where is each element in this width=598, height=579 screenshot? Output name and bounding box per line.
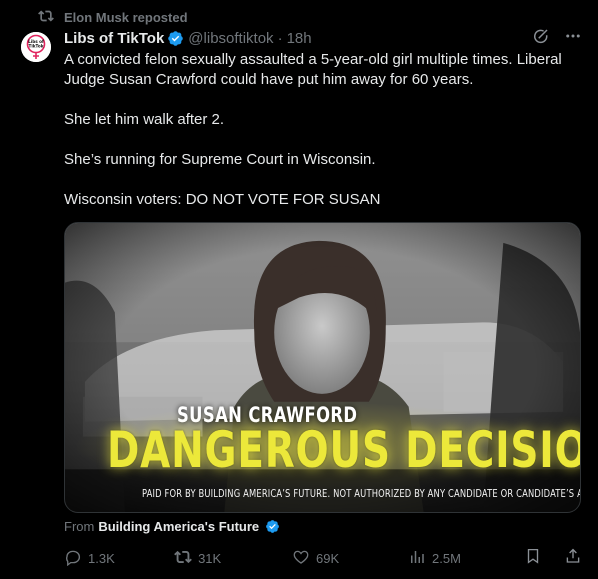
post-paragraph: Wisconsin voters: DO NOT VOTE FOR SUSAN: [64, 191, 381, 208]
post-paragraph: She’s running for Supreme Court in Wisco…: [64, 151, 376, 168]
repost-icon: [38, 8, 54, 27]
source-attribution[interactable]: From Building America's Future: [64, 517, 280, 535]
reply-button[interactable]: 1.3K: [64, 548, 174, 569]
source-name[interactable]: Building America's Future: [98, 519, 259, 534]
svg-text:TikTok: TikTok: [28, 44, 43, 49]
bookmark-icon[interactable]: [524, 547, 542, 570]
post-text: A convicted felon sexually assaulted a 5…: [64, 50, 584, 210]
grok-icon[interactable]: [532, 27, 550, 49]
author-handle[interactable]: @libsoftiktok: [188, 30, 273, 47]
post-paragraph: A convicted felon sexually assaulted a 5…: [64, 51, 562, 88]
video-headline-overlay: DANGEROUS DECISIONS: [107, 421, 580, 479]
heart-icon: [292, 548, 310, 569]
more-options-icon[interactable]: [564, 27, 582, 49]
views-chart-icon: [408, 548, 426, 569]
post-time[interactable]: 18h: [287, 30, 312, 47]
views-button[interactable]: 2.5M: [408, 548, 524, 569]
views-count: 2.5M: [432, 550, 461, 566]
separator-dot: ·: [277, 29, 283, 47]
repost-icon: [174, 548, 192, 569]
verified-badge-icon[interactable]: [167, 30, 184, 47]
source-prefix: From: [64, 518, 95, 534]
avatar[interactable]: Libs of TikTok: [21, 32, 51, 62]
repost-label: Elon Musk reposted: [64, 9, 188, 25]
video-disclaimer: PAID FOR BY BUILDING AMERICA’S FUTURE. N…: [142, 487, 580, 500]
video-media[interactable]: SUSAN CRAWFORD DANGEROUS DECISIONS PAID …: [64, 222, 581, 513]
like-button[interactable]: 69K: [292, 548, 408, 569]
post-card[interactable]: Elon Musk reposted Libs of TikTok Libs o…: [0, 0, 598, 579]
post-paragraph: She let him walk after 2.: [64, 111, 225, 128]
share-icon[interactable]: [564, 547, 582, 570]
like-count: 69K: [316, 550, 340, 566]
repost-indicator[interactable]: Elon Musk reposted: [38, 8, 188, 26]
repost-count: 31K: [198, 550, 222, 566]
reply-count: 1.3K: [88, 550, 115, 566]
author-name[interactable]: Libs of TikTok: [64, 30, 164, 47]
action-bar: 1.3K 31K 69K 2.5M: [64, 547, 582, 569]
post-header: Libs of TikTok @libsoftiktok · 18h: [64, 28, 582, 48]
verified-badge-icon: [265, 519, 280, 534]
repost-button[interactable]: 31K: [174, 548, 292, 569]
reply-icon: [64, 548, 82, 569]
